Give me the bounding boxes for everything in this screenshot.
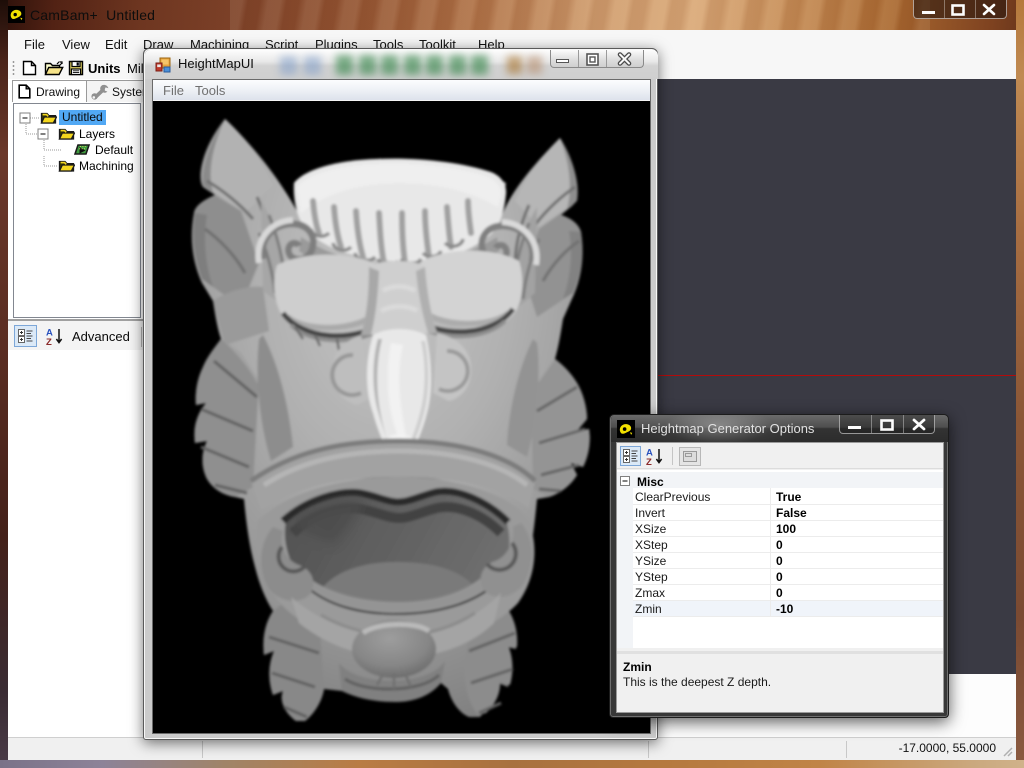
svg-text:Z: Z (646, 457, 652, 466)
svg-text:Z: Z (46, 337, 52, 346)
